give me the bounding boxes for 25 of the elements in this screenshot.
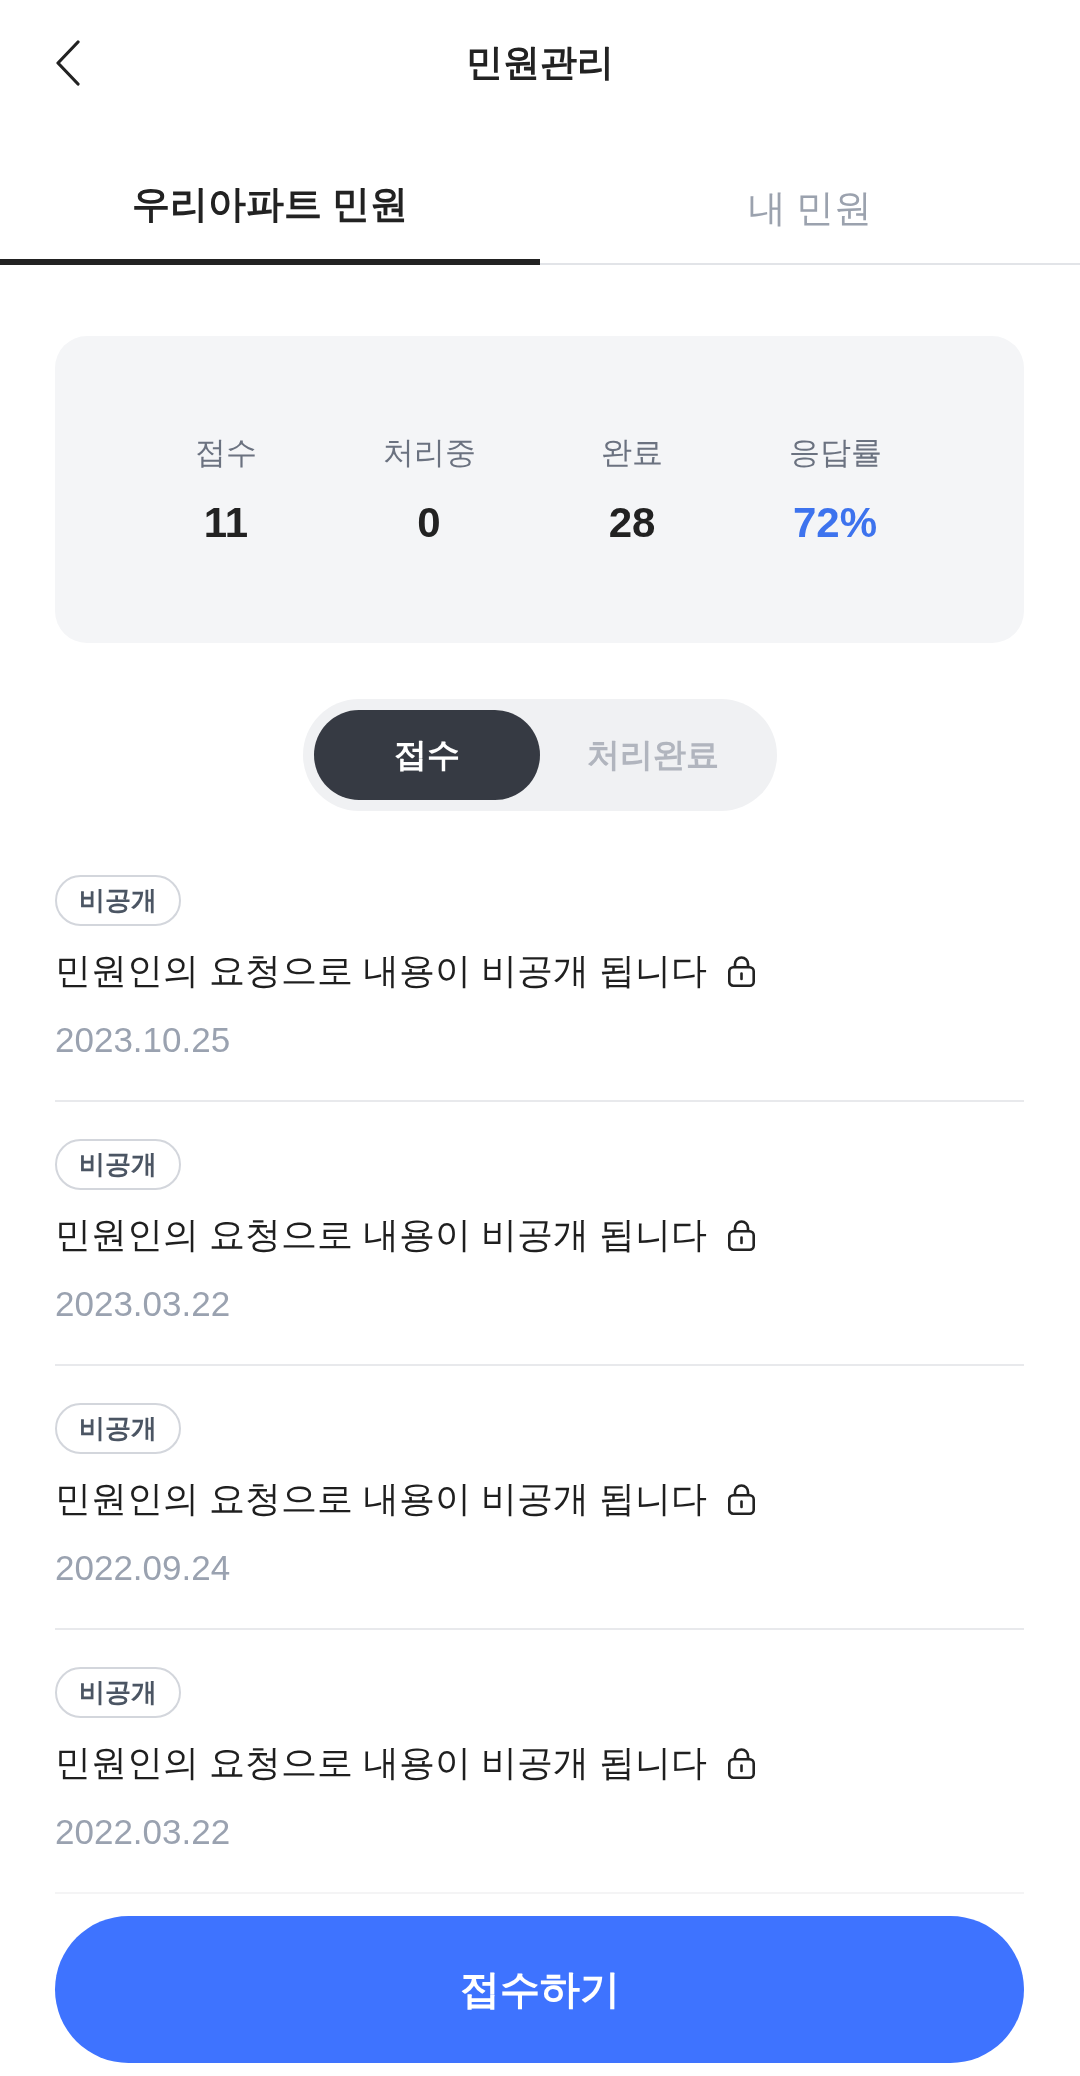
tab[interactable]: 우리아파트 민원 — [0, 125, 540, 265]
privacy-tag: 비공개 — [55, 1667, 181, 1718]
stat-label: 완료 — [601, 433, 663, 472]
complaint-title[interactable]: 민원인의 요청으로 내용이 비공개 됩니다 — [55, 946, 708, 996]
stat-value: 28 — [608, 498, 656, 547]
complaint-date: 2022.03.22 — [55, 1811, 231, 1853]
complaint-title[interactable]: 민원인의 요청으로 내용이 비공개 됩니다 — [55, 1210, 708, 1260]
stat-value: 11 — [203, 498, 249, 547]
privacy-tag: 비공개 — [55, 1403, 181, 1454]
segment-option[interactable]: 접수 — [314, 710, 540, 800]
back-icon[interactable] — [55, 40, 81, 86]
submit-button[interactable]: 접수하기 — [55, 1916, 1024, 2063]
stat-value: 72% — [792, 498, 878, 547]
stat-label: 응답률 — [788, 433, 882, 472]
complaint-date: 2022.09.24 — [55, 1547, 231, 1589]
page-title: 민원관리 — [466, 40, 614, 85]
stat-value: 0 — [417, 498, 441, 547]
complaint-title[interactable]: 민원인의 요청으로 내용이 비공개 됩니다 — [55, 1474, 708, 1524]
complaint-date: 2023.03.22 — [55, 1283, 231, 1325]
privacy-tag: 비공개 — [55, 1139, 181, 1190]
privacy-tag: 비공개 — [55, 875, 181, 926]
stat-label: 접수 — [195, 433, 257, 472]
complaint-date: 2023.10.25 — [55, 1019, 231, 1061]
complaint-title[interactable]: 민원인의 요청으로 내용이 비공개 됩니다 — [55, 1738, 708, 1788]
stat-label: 처리중 — [382, 433, 476, 472]
